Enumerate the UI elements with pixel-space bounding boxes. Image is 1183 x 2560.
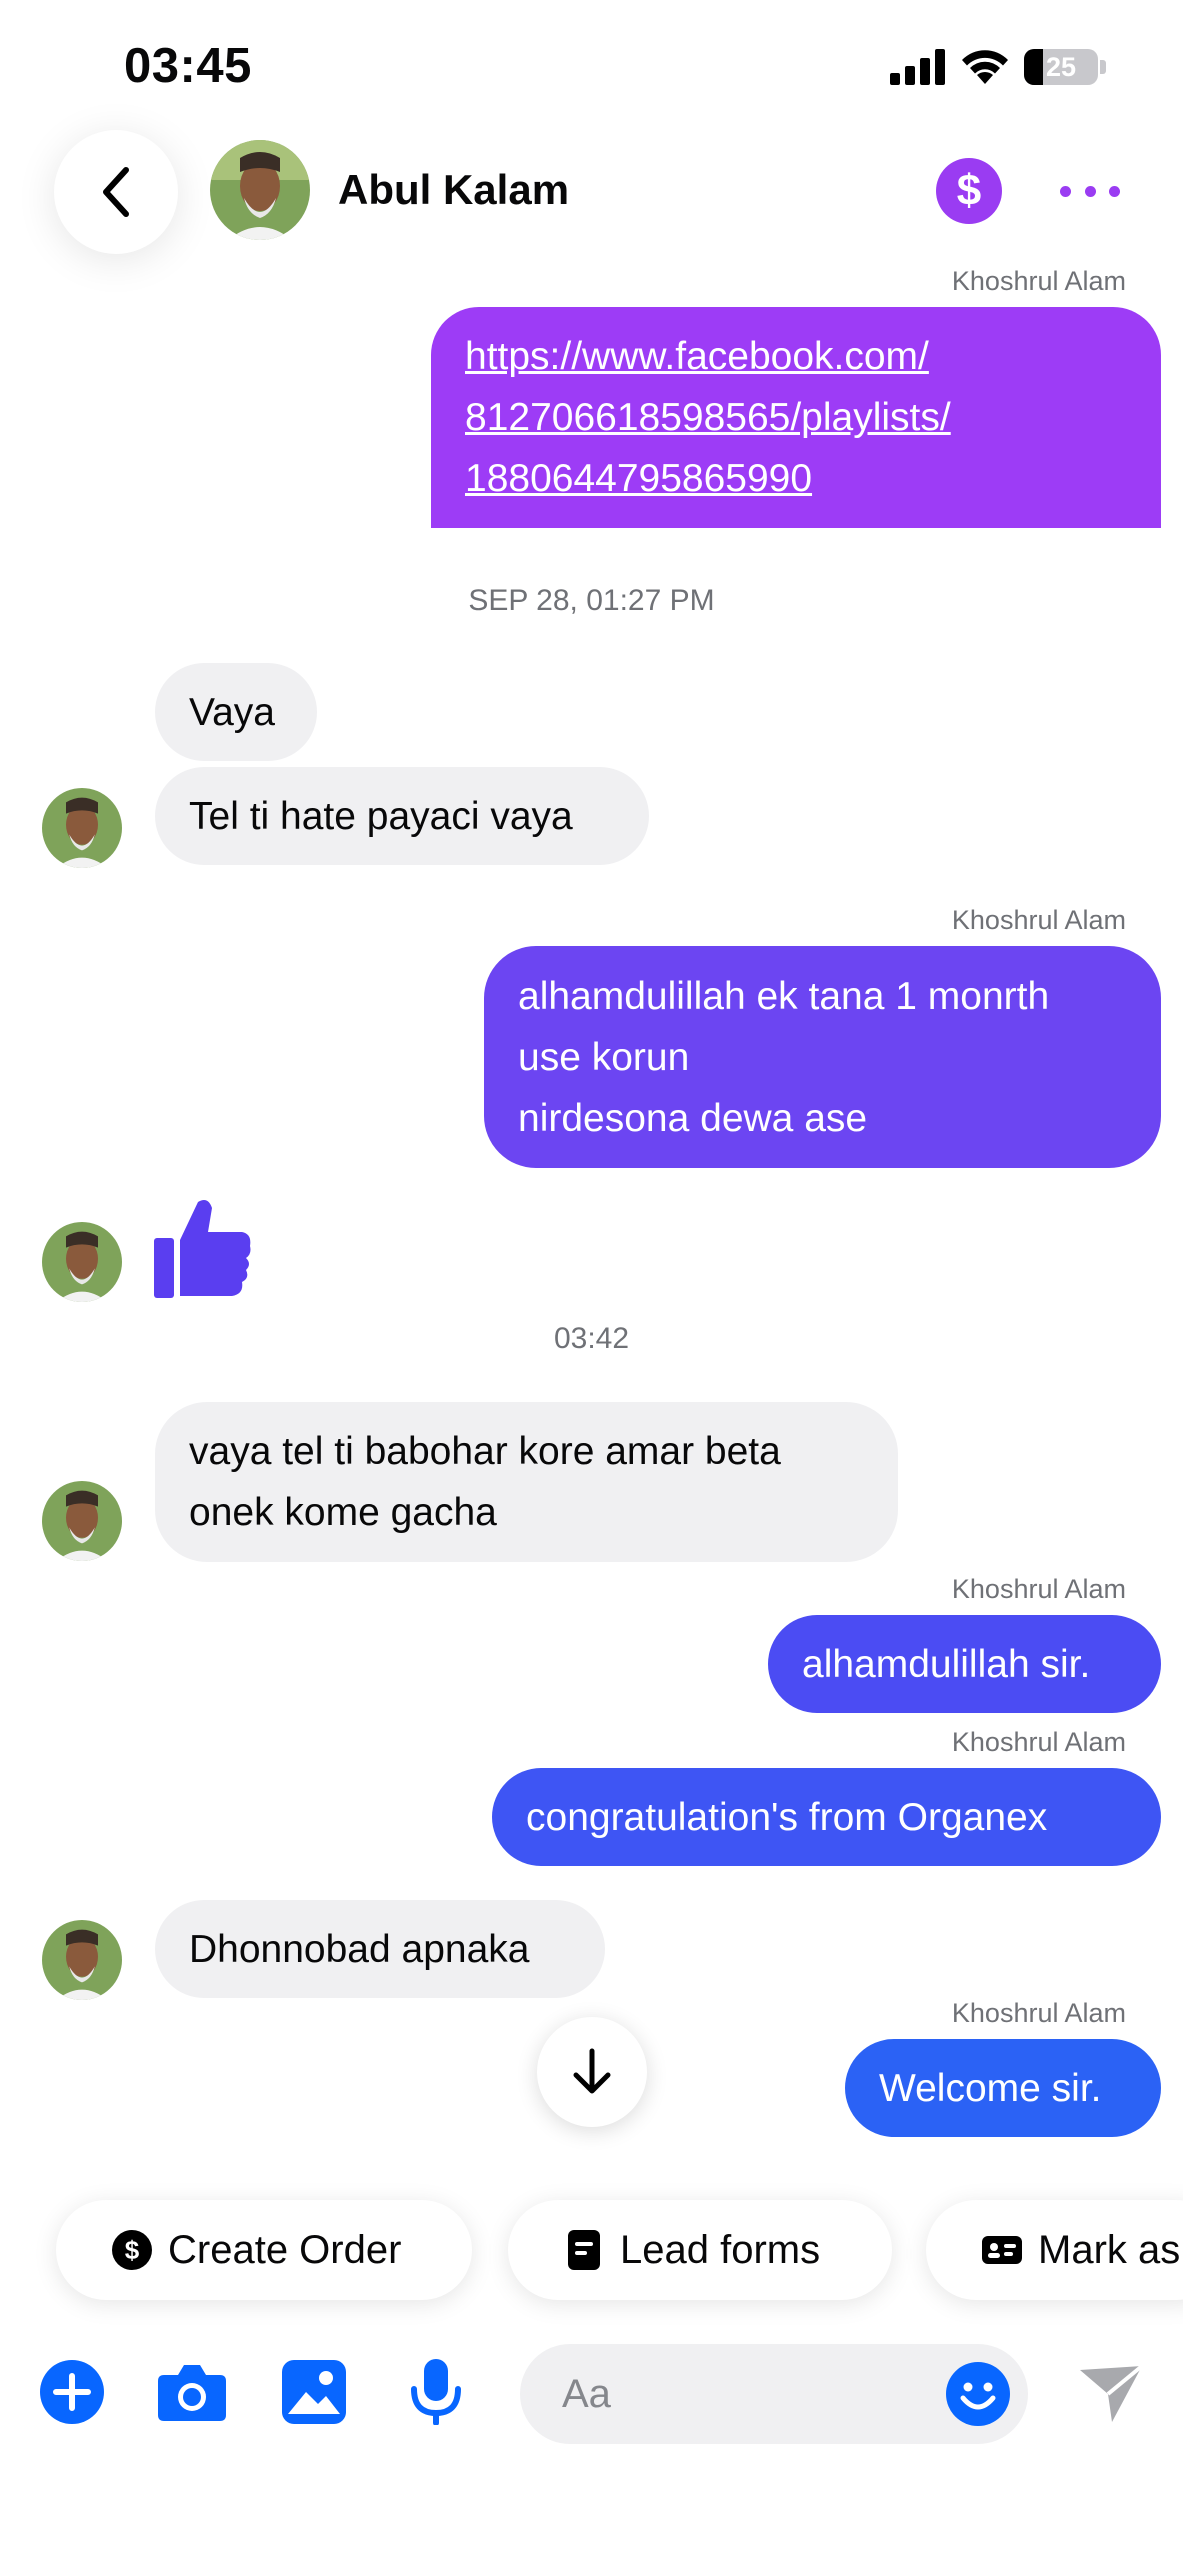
incoming-message[interactable]: Tel ti hate payaci vaya: [155, 767, 649, 865]
mark-as-button[interactable]: Mark as: [926, 2200, 1183, 2300]
sender-label: Khoshrul Alam: [951, 1574, 1126, 1604]
sender-label: Khoshrul Alam: [951, 266, 1126, 296]
send-icon[interactable]: [1078, 2364, 1144, 2424]
photo-icon: [282, 2360, 346, 2424]
message-text-line: use korun: [518, 1035, 690, 1079]
outgoing-message[interactable]: congratulation's from Organex: [492, 1768, 1161, 1866]
message-text-line: nirdesona dewa ase: [518, 1096, 868, 1140]
svg-text:$: $: [125, 2235, 140, 2265]
outgoing-message[interactable]: alhamdulillah sir.: [768, 1615, 1161, 1713]
plus-circle-icon: [40, 2360, 104, 2424]
form-icon: [568, 2230, 600, 2270]
incoming-message[interactable]: vaya tel ti babohar kore amar beta onek …: [155, 1402, 898, 1562]
timestamp: 03:42: [553, 1322, 630, 1355]
link-text-line[interactable]: 1880644795865990: [465, 448, 1127, 509]
add-button[interactable]: [36, 2356, 108, 2428]
message-text-line: alhamdulillah ek tana 1 monrth: [518, 974, 1050, 1018]
emoji-icon[interactable]: [946, 2362, 1010, 2426]
dollar-circle-icon: $: [112, 2230, 152, 2270]
arrow-down-icon: [573, 2048, 611, 2094]
message-text: Tel ti hate payaci vaya: [189, 794, 573, 838]
contact-name[interactable]: Abul Kalam: [338, 166, 569, 214]
incoming-message[interactable]: Dhonnobad apnaka: [155, 1900, 605, 1998]
chip-label: Mark as: [1038, 2227, 1181, 2272]
id-card-icon: [982, 2236, 1022, 2264]
pay-button[interactable]: $: [936, 158, 1002, 224]
link-text-line[interactable]: 812706618598565/playlists/: [465, 387, 1127, 448]
more-icon: [1060, 185, 1071, 197]
status-time: 03:45: [124, 39, 252, 93]
status-icons: 25: [890, 46, 1106, 88]
link-text-line[interactable]: https://www.facebook.com/: [465, 326, 1127, 387]
incoming-message[interactable]: Vaya: [155, 663, 317, 761]
camera-button[interactable]: [156, 2356, 228, 2428]
gallery-button[interactable]: [278, 2356, 350, 2428]
sender-label: Khoshrul Alam: [951, 1998, 1126, 2028]
message-text-line: vaya tel ti babohar kore amar beta: [189, 1430, 781, 1473]
chip-label: Create Order: [168, 2227, 402, 2272]
outgoing-link-message[interactable]: https://www.facebook.com/ 81270661859856…: [431, 307, 1161, 528]
contact-avatar-small[interactable]: [42, 1222, 122, 1302]
dollar-icon: $: [956, 166, 982, 215]
scroll-to-bottom-button[interactable]: [537, 2017, 647, 2127]
contact-avatar-small[interactable]: [42, 1481, 122, 1561]
message-input-placeholder: Aa: [562, 2371, 611, 2416]
create-order-button[interactable]: $ Create Order: [56, 2200, 472, 2300]
message-text: Vaya: [189, 690, 275, 734]
chip-label: Lead forms: [620, 2227, 821, 2272]
message-text-line: onek kome gacha: [189, 1491, 497, 1534]
lead-forms-button[interactable]: Lead forms: [508, 2200, 892, 2300]
back-button[interactable]: [54, 130, 178, 254]
battery-percent: 25: [1045, 51, 1077, 82]
outgoing-message[interactable]: alhamdulillah ek tana 1 monrth use korun…: [484, 946, 1161, 1168]
contact-avatar[interactable]: [210, 140, 310, 240]
thumbs-up-icon[interactable]: [152, 1196, 252, 1300]
camera-icon: [158, 2365, 226, 2421]
cellular-signal-icon: [890, 49, 945, 85]
wifi-icon: [962, 50, 1008, 84]
message-text: Dhonnobad apnaka: [189, 1927, 530, 1971]
message-text: Welcome sir.: [879, 2066, 1102, 2110]
chevron-left-icon: [103, 167, 129, 217]
message-text: alhamdulillah sir.: [802, 1642, 1091, 1686]
microphone-icon: [411, 2359, 461, 2425]
more-options-button[interactable]: [1060, 176, 1120, 206]
voice-button[interactable]: [400, 2356, 472, 2428]
contact-avatar-small[interactable]: [42, 788, 122, 868]
sender-label: Khoshrul Alam: [951, 905, 1126, 935]
battery-icon: 25: [1024, 49, 1098, 85]
outgoing-message[interactable]: Welcome sir.: [845, 2039, 1161, 2137]
sender-label: Khoshrul Alam: [951, 1727, 1126, 1757]
contact-avatar-small[interactable]: [42, 1920, 122, 2000]
message-text: congratulation's from Organex: [526, 1795, 1048, 1839]
timestamp: SEP 28, 01:27 PM: [468, 584, 715, 617]
